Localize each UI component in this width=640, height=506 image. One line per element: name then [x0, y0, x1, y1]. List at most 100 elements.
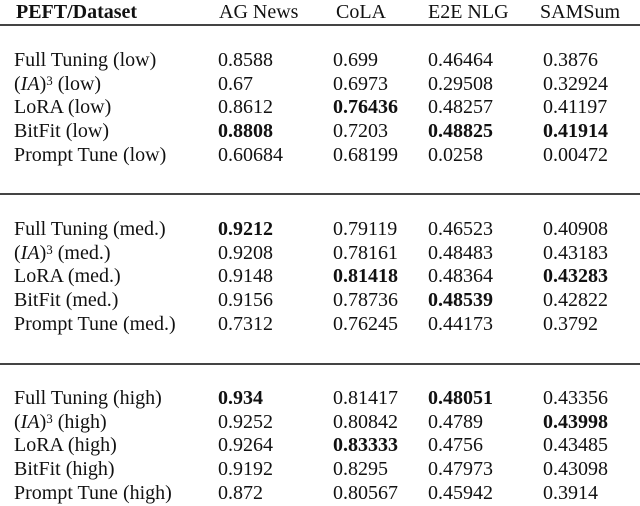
- method-name: Prompt Tune: [14, 312, 118, 335]
- score-cell: 0.699: [333, 49, 378, 71]
- score-cell: 0.0258: [428, 143, 483, 166]
- score-cell: 0.7203: [333, 120, 388, 143]
- score-cell: 0.43183: [543, 241, 608, 264]
- score-cell: 0.78161: [333, 241, 398, 264]
- budget-level: (med.): [57, 241, 111, 264]
- table-row: LoRA (low) 0.8612 0.76436 0.48257 0.41197: [0, 95, 640, 119]
- group-divider-rule: [0, 193, 640, 195]
- score-cell: 0.4756: [428, 434, 483, 457]
- score-cell: 0.79119: [333, 218, 398, 240]
- score-cell: 0.68199: [333, 143, 398, 166]
- method-label: Full Tuning (med.): [14, 217, 166, 241]
- score-cell: 0.3876: [543, 49, 598, 71]
- best-score-cell: 0.81418: [333, 265, 398, 288]
- score-cell: 0.32924: [543, 72, 608, 95]
- header-e2e-nlg: E2E NLG: [428, 1, 509, 23]
- table-row: BitFit (med.) 0.9156 0.78736 0.48539 0.42822: [0, 288, 640, 312]
- score-cell: 0.42822: [543, 289, 608, 312]
- best-score-cell: 0.934: [218, 387, 263, 409]
- best-score-cell: 0.48539: [428, 289, 493, 312]
- method-label: LoRA (med.): [14, 264, 121, 288]
- score-cell: 0.78736: [333, 289, 398, 312]
- method-name: LoRA: [14, 96, 63, 119]
- score-cell: 0.48257: [428, 96, 493, 119]
- header-ag-news: AG News: [219, 1, 299, 23]
- method-label: BitFit (high): [14, 457, 115, 481]
- score-cell: 0.9156: [218, 289, 273, 312]
- method-label: Full Tuning (high): [14, 386, 162, 410]
- method-label: (IA)3 (high): [14, 410, 107, 434]
- score-cell: 0.8612: [218, 96, 273, 119]
- header-rule: [0, 24, 640, 26]
- method-name: BitFit: [14, 458, 61, 481]
- method-label: (IA)3 (low): [14, 72, 101, 96]
- score-cell: 0.4789: [428, 410, 483, 433]
- header-samsum: SAMSum: [540, 1, 621, 23]
- score-cell: 0.43098: [543, 458, 608, 481]
- best-score-cell: 0.48051: [428, 387, 493, 409]
- method-name: BitFit: [14, 289, 61, 312]
- score-cell: 0.7312: [218, 312, 273, 335]
- score-cell: 0.67: [218, 72, 253, 95]
- method-name: Full Tuning: [14, 218, 108, 240]
- score-cell: 0.81417: [333, 387, 398, 409]
- budget-level: (med.): [112, 218, 166, 240]
- method-label: LoRA (high): [14, 433, 117, 457]
- method-name: LoRA: [14, 434, 63, 457]
- method-name: (IA)3: [14, 241, 53, 264]
- score-cell: 0.6973: [333, 72, 388, 95]
- score-cell: 0.00472: [543, 143, 608, 166]
- table-row: (IA)3 (med.) 0.9208 0.78161 0.48483 0.43183: [0, 241, 640, 265]
- group-divider-rule: [0, 363, 640, 365]
- table-row: Full Tuning (med.) 0.9212 0.79119 0.46523 0.…: [0, 217, 640, 241]
- best-score-cell: 0.41914: [543, 120, 608, 143]
- header-cola: CoLA: [336, 1, 386, 23]
- best-score-cell: 0.43283: [543, 265, 608, 288]
- budget-level: (med.): [67, 265, 121, 288]
- method-name: Prompt Tune: [14, 481, 118, 504]
- table-row: Prompt Tune (med.) 0.7312 0.76245 0.44173 0.…: [0, 312, 640, 336]
- score-cell: 0.9208: [218, 241, 273, 264]
- method-label: Prompt Tune (low): [14, 143, 166, 167]
- method-label: BitFit (low): [14, 119, 109, 143]
- table-row: Prompt Tune (high) 0.872 0.80567 0.45942 0.3…: [0, 481, 640, 505]
- best-score-cell: 0.76436: [333, 96, 398, 119]
- score-cell: 0.9252: [218, 410, 273, 433]
- method-label: LoRA (low): [14, 95, 111, 119]
- score-cell: 0.76245: [333, 312, 398, 335]
- budget-level: (low): [65, 120, 110, 143]
- method-label: BitFit (med.): [14, 288, 118, 312]
- table-row: BitFit (low) 0.8808 0.7203 0.48825 0.41914: [0, 119, 640, 143]
- table-row: Full Tuning (high) 0.934 0.81417 0.48051 0.4…: [0, 386, 640, 410]
- score-cell: 0.48483: [428, 241, 493, 264]
- method-name: Prompt Tune: [14, 143, 118, 166]
- budget-level: (high): [57, 410, 107, 433]
- best-score-cell: 0.48825: [428, 120, 493, 143]
- budget-level: (med.): [122, 312, 176, 335]
- table-row: LoRA (high) 0.9264 0.83333 0.4756 0.43485: [0, 433, 640, 457]
- score-cell: 0.8588: [218, 49, 273, 71]
- score-cell: 0.40908: [543, 218, 608, 240]
- score-cell: 0.48364: [428, 265, 493, 288]
- score-cell: 0.46464: [428, 49, 493, 71]
- score-cell: 0.3914: [543, 481, 598, 504]
- budget-level: (low): [112, 49, 157, 71]
- table-row: (IA)3 (low) 0.67 0.6973 0.29508 0.32924: [0, 72, 640, 96]
- score-cell: 0.8295: [333, 458, 388, 481]
- score-cell: 0.9192: [218, 458, 273, 481]
- score-cell: 0.9148: [218, 265, 273, 288]
- score-cell: 0.9264: [218, 434, 273, 457]
- budget-level: (low): [67, 96, 112, 119]
- header-row: PEFT/Dataset AG News CoLA E2E NLG SAMSum: [0, 0, 640, 24]
- best-score-cell: 0.43998: [543, 410, 608, 433]
- budget-level: (low): [57, 72, 102, 95]
- score-cell: 0.47973: [428, 458, 493, 481]
- score-cell: 0.60684: [218, 143, 283, 166]
- score-cell: 0.43485: [543, 434, 608, 457]
- header-peft-dataset: PEFT/Dataset: [16, 1, 138, 23]
- method-label: Prompt Tune (med.): [14, 312, 176, 336]
- best-score-cell: 0.9212: [218, 218, 273, 240]
- table-row: Prompt Tune (low) 0.60684 0.68199 0.0258 0.0…: [0, 143, 640, 167]
- best-score-cell: 0.8808: [218, 120, 273, 143]
- method-name: LoRA: [14, 265, 63, 288]
